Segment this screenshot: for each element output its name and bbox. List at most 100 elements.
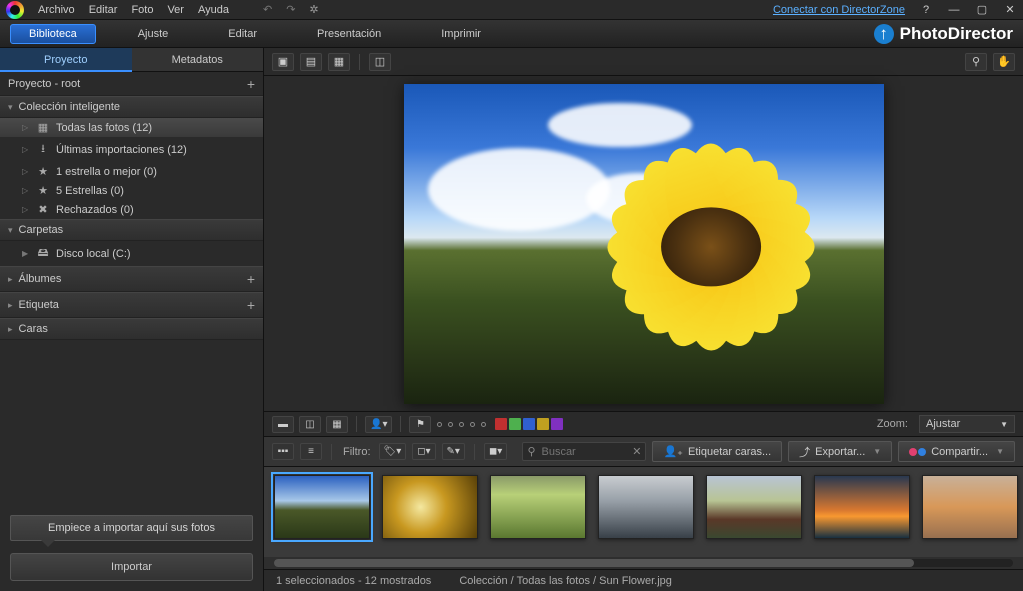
mode-imprimir[interactable]: Imprimir bbox=[423, 25, 499, 43]
filter-label-icon[interactable]: 🏷▾ bbox=[379, 443, 407, 460]
chevron-down-icon: ▼ bbox=[996, 447, 1004, 456]
preview-image[interactable] bbox=[404, 84, 884, 404]
thumbnail-cat[interactable] bbox=[922, 475, 1018, 539]
import-icon: ⭳ bbox=[36, 140, 50, 159]
view-preview-icon[interactable]: ▤ bbox=[300, 53, 322, 71]
import-hint: Empiece a importar aquí sus fotos bbox=[10, 515, 253, 541]
search-box[interactable]: ⚲ ✕ bbox=[522, 442, 646, 461]
section-etiqueta[interactable]: ▸ Etiqueta + bbox=[0, 292, 263, 318]
filter-rating-icon[interactable]: ✎▾ bbox=[442, 443, 465, 460]
color-swatch[interactable] bbox=[537, 418, 549, 430]
status-path: Colección / Todas las fotos / Sun Flower… bbox=[459, 575, 672, 587]
filter-label: Filtro: bbox=[343, 446, 371, 458]
tab-metadatos[interactable]: Metadatos bbox=[132, 48, 264, 72]
clear-icon[interactable]: ✕ bbox=[632, 445, 641, 458]
menu-ayuda[interactable]: Ayuda bbox=[198, 4, 229, 16]
filter-flag-icon[interactable]: ◻▾ bbox=[412, 443, 435, 460]
redo-icon[interactable]: ↷ bbox=[286, 3, 295, 16]
horizontal-scrollbar[interactable] bbox=[264, 557, 1023, 569]
thumbnail-sunflower[interactable] bbox=[274, 475, 370, 539]
section-caras[interactable]: ▸ Caras bbox=[0, 318, 263, 340]
chevron-right-icon: ▸ bbox=[8, 300, 13, 311]
brand-label: PhotoDirector bbox=[900, 24, 1013, 44]
color-swatch[interactable] bbox=[523, 418, 535, 430]
reject-icon: ✖ bbox=[36, 203, 50, 216]
tab-proyecto[interactable]: Proyecto bbox=[0, 48, 132, 72]
import-button[interactable]: Importar bbox=[10, 553, 253, 581]
layout-grid-icon[interactable]: ▦ bbox=[326, 416, 348, 433]
add-album-icon[interactable]: + bbox=[247, 271, 255, 287]
view-toolbar: ▣ ▤ ▦ ◫ ⚲ ✋ bbox=[264, 48, 1023, 76]
thumbnail-pier[interactable] bbox=[598, 475, 694, 539]
project-tree: ▾ Colección inteligente ▷ ▦ Todas las fo… bbox=[0, 96, 263, 509]
add-tag-icon[interactable]: + bbox=[247, 297, 255, 313]
thumbnail-bicycle[interactable] bbox=[490, 475, 586, 539]
section-albumes[interactable]: ▸ Álbumes + bbox=[0, 266, 263, 292]
section-carpetas[interactable]: ▾ Carpetas bbox=[0, 219, 263, 241]
maximize-icon[interactable]: ▢ bbox=[975, 3, 989, 16]
triangle-icon: ▷ bbox=[22, 186, 30, 195]
item-5-estrellas[interactable]: ▷ ★ 5 Estrellas (0) bbox=[0, 181, 263, 200]
item-ultimas-importaciones[interactable]: ▷ ⭳ Últimas importaciones (12) bbox=[0, 137, 263, 162]
rating-dot[interactable] bbox=[448, 422, 453, 427]
thumbnail-spiral[interactable] bbox=[382, 475, 478, 539]
thumb-size-large-icon[interactable]: ≡ bbox=[300, 443, 322, 460]
thumb-size-small-icon[interactable]: ▪▪▪ bbox=[272, 443, 294, 460]
share-button[interactable]: Compartir... ▼ bbox=[898, 441, 1015, 462]
mode-editar[interactable]: Editar bbox=[210, 25, 275, 43]
project-title: Proyecto - root bbox=[8, 78, 80, 90]
minimize-icon[interactable]: — bbox=[947, 4, 961, 16]
scroll-handle[interactable] bbox=[274, 559, 914, 567]
zoom-select[interactable]: Ajustar ▼ bbox=[919, 415, 1015, 433]
view-grid-icon[interactable]: ▦ bbox=[328, 53, 350, 71]
rating-dot[interactable] bbox=[459, 422, 464, 427]
color-swatch[interactable] bbox=[551, 418, 563, 430]
preview-toolbar: ▬ ◫ ▦ 👤▾ ⚑ Zoom: Ajustar ▼ bbox=[264, 411, 1023, 437]
mode-biblioteca[interactable]: Biblioteca bbox=[10, 24, 96, 44]
item-todas-las-fotos[interactable]: ▷ ▦ Todas las fotos (12) bbox=[0, 118, 263, 137]
color-swatch[interactable] bbox=[509, 418, 521, 430]
status-bar: 1 seleccionados - 12 mostrados Colección… bbox=[264, 569, 1023, 591]
close-icon[interactable]: ✕ bbox=[1003, 3, 1017, 16]
color-swatch[interactable] bbox=[495, 418, 507, 430]
brand-upload-icon: ↑ bbox=[874, 24, 894, 44]
star-icon: ★ bbox=[36, 184, 50, 197]
item-disco-local[interactable]: ▶ 🖴 Disco local (C:) bbox=[0, 241, 263, 266]
menu-foto[interactable]: Foto bbox=[131, 4, 153, 16]
help-icon[interactable]: ? bbox=[919, 4, 933, 16]
rating-dot[interactable] bbox=[437, 422, 442, 427]
chevron-right-icon: ▸ bbox=[8, 324, 13, 335]
add-project-icon[interactable]: + bbox=[247, 76, 255, 92]
menu-ver[interactable]: Ver bbox=[167, 4, 184, 16]
pan-tool-icon[interactable]: ✋ bbox=[993, 53, 1015, 71]
thumbnail-sunset[interactable] bbox=[814, 475, 910, 539]
item-rechazados[interactable]: ▷ ✖ Rechazados (0) bbox=[0, 200, 263, 219]
view-single-icon[interactable]: ▣ bbox=[272, 53, 294, 71]
section-coleccion-inteligente[interactable]: ▾ Colección inteligente bbox=[0, 96, 263, 118]
mode-bar: Biblioteca Ajuste Editar Presentación Im… bbox=[0, 20, 1023, 48]
settings-icon[interactable]: ✲ bbox=[309, 3, 318, 16]
flag-icon[interactable]: ⚑ bbox=[409, 416, 431, 433]
chevron-right-icon: ▸ bbox=[8, 274, 13, 285]
tag-faces-button[interactable]: 👤₊ Etiquetar caras... bbox=[652, 441, 782, 462]
menu-archivo[interactable]: Archivo bbox=[38, 4, 75, 16]
mode-presentacion[interactable]: Presentación bbox=[299, 25, 399, 43]
rating-dot[interactable] bbox=[470, 422, 475, 427]
layout-single-icon[interactable]: ▬ bbox=[272, 416, 294, 433]
search-input[interactable] bbox=[541, 446, 627, 458]
undo-icon[interactable]: ↶ bbox=[263, 3, 272, 16]
directorzone-link[interactable]: Conectar con DirectorZone bbox=[773, 4, 905, 16]
view-compare-icon[interactable]: ◫ bbox=[369, 53, 391, 71]
zoom-tool-icon[interactable]: ⚲ bbox=[965, 53, 987, 71]
search-icon: ⚲ bbox=[527, 445, 535, 458]
person-icon: 👤₊ bbox=[663, 445, 683, 458]
thumbnail-barn[interactable] bbox=[706, 475, 802, 539]
rating-dot[interactable] bbox=[481, 422, 486, 427]
item-1-estrella[interactable]: ▷ ★ 1 estrella o mejor (0) bbox=[0, 162, 263, 181]
export-button[interactable]: ⤴ Exportar... ▼ bbox=[788, 441, 892, 462]
filter-color-icon[interactable]: ◼▾ bbox=[484, 443, 507, 460]
menu-editar[interactable]: Editar bbox=[89, 4, 118, 16]
face-tool-icon[interactable]: 👤▾ bbox=[365, 416, 392, 433]
layout-split-icon[interactable]: ◫ bbox=[299, 416, 321, 433]
mode-ajuste[interactable]: Ajuste bbox=[120, 25, 187, 43]
